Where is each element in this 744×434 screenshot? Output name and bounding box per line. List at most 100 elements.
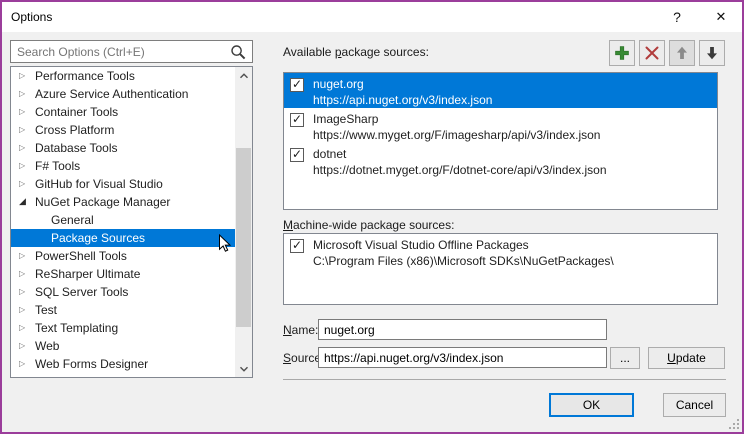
- expander-collapsed-icon[interactable]: ▷: [19, 247, 35, 265]
- tree-scrollbar[interactable]: [235, 67, 252, 377]
- tree-item-label: Cross Platform: [35, 123, 114, 137]
- tree-item-label: Text Templating: [35, 321, 118, 335]
- expander-collapsed-icon[interactable]: ▷: [19, 175, 35, 193]
- search-icon[interactable]: [230, 44, 246, 60]
- help-button[interactable]: ?: [660, 2, 694, 32]
- expander-collapsed-icon[interactable]: ▷: [19, 337, 35, 355]
- title-bar: Options ? ✕: [2, 2, 742, 32]
- source-text: Microsoft Visual Studio Offline Packages…: [313, 237, 614, 269]
- name-label: Name:: [283, 323, 318, 337]
- expander-collapsed-icon[interactable]: ▷: [19, 283, 35, 301]
- resize-grip[interactable]: [727, 417, 740, 430]
- tree-item-web[interactable]: ▷Web: [11, 337, 235, 355]
- remove-source-button[interactable]: [639, 40, 665, 66]
- move-down-button[interactable]: [699, 40, 725, 66]
- tree-item-sql-server-tools[interactable]: ▷SQL Server Tools: [11, 283, 235, 301]
- scroll-down-icon[interactable]: [235, 360, 252, 377]
- checkmark-icon: ✓: [292, 112, 302, 126]
- tree-item-label: Web Forms Designer: [35, 357, 148, 371]
- tree-item-container-tools[interactable]: ▷Container Tools: [11, 103, 235, 121]
- tree-item-powershell-tools[interactable]: ▷PowerShell Tools: [11, 247, 235, 265]
- expander-collapsed-icon[interactable]: ▷: [19, 121, 35, 139]
- tree-item-label: NuGet Package Manager: [35, 195, 170, 209]
- source-text: dotnethttps://dotnet.myget.org/F/dotnet-…: [313, 146, 607, 178]
- dialog-title: Options: [11, 10, 52, 24]
- package-source-row[interactable]: ✓ ImageSharphttps://www.myget.org/F/image…: [284, 108, 717, 143]
- source-url: https://dotnet.myget.org/F/dotnet-core/a…: [313, 162, 607, 178]
- expander-collapsed-icon[interactable]: ▷: [19, 139, 35, 157]
- update-button[interactable]: Update: [648, 347, 725, 369]
- source-checkbox[interactable]: ✓: [290, 113, 304, 127]
- tree-item-web-forms-designer[interactable]: ▷Web Forms Designer: [11, 355, 235, 373]
- tree-item-label: GitHub for Visual Studio: [35, 177, 163, 191]
- package-source-row[interactable]: ✓ dotnethttps://dotnet.myget.org/F/dotnet…: [284, 143, 717, 178]
- tree-item-general[interactable]: General: [11, 211, 235, 229]
- dialog-body: ▷Performance Tools▷Azure Service Authent…: [2, 32, 742, 432]
- tree-item-github-for-visual-studio[interactable]: ▷GitHub for Visual Studio: [11, 175, 235, 193]
- tree-item-cross-platform[interactable]: ▷Cross Platform: [11, 121, 235, 139]
- source-text: nuget.orghttps://api.nuget.org/v3/index.…: [313, 76, 492, 108]
- expander-collapsed-icon[interactable]: ▷: [19, 85, 35, 103]
- source-checkbox[interactable]: ✓: [290, 78, 304, 92]
- tree-item-label: Test: [35, 303, 57, 317]
- checkmark-icon: ✓: [292, 238, 302, 252]
- source-field[interactable]: [318, 347, 607, 368]
- expander-collapsed-icon[interactable]: ▷: [19, 319, 35, 337]
- tree-item-label: Performance Tools: [35, 69, 135, 83]
- available-sources-label: Available package sources:: [283, 45, 429, 59]
- source-checkbox[interactable]: ✓: [290, 148, 304, 162]
- package-source-row[interactable]: ✓ Microsoft Visual Studio Offline Package…: [284, 234, 717, 269]
- source-text: ImageSharphttps://www.myget.org/F/images…: [313, 111, 600, 143]
- expander-expanded-icon[interactable]: ◢: [19, 193, 35, 211]
- available-sources-list: ✓ nuget.orghttps://api.nuget.org/v3/index…: [283, 72, 718, 210]
- tree-item-nuget-package-manager[interactable]: ◢NuGet Package Manager: [11, 193, 235, 211]
- expander-collapsed-icon[interactable]: ▷: [19, 103, 35, 121]
- tree-item-text-templating[interactable]: ▷Text Templating: [11, 319, 235, 337]
- tree-item-label: Container Tools: [35, 105, 118, 119]
- tree-item-test[interactable]: ▷Test: [11, 301, 235, 319]
- source-name: ImageSharp: [313, 111, 600, 127]
- scrollbar-thumb[interactable]: [236, 148, 251, 327]
- tree-item-database-tools[interactable]: ▷Database Tools: [11, 139, 235, 157]
- browse-button[interactable]: ...: [610, 347, 640, 369]
- tree-item-f-tools[interactable]: ▷F# Tools: [11, 157, 235, 175]
- tree-item-label: ReSharper Ultimate: [35, 267, 140, 281]
- expander-collapsed-icon[interactable]: ▷: [19, 67, 35, 85]
- options-tree: ▷Performance Tools▷Azure Service Authent…: [10, 66, 253, 378]
- tree-item-label: General: [51, 213, 94, 227]
- tree-item-label: PowerShell Tools: [35, 249, 127, 263]
- move-up-button[interactable]: [669, 40, 695, 66]
- source-name: Microsoft Visual Studio Offline Packages: [313, 237, 614, 253]
- machine-sources-list: ✓ Microsoft Visual Studio Offline Package…: [283, 233, 718, 305]
- source-url: https://www.myget.org/F/imagesharp/api/v…: [313, 127, 600, 143]
- tree-item-performance-tools[interactable]: ▷Performance Tools: [11, 67, 235, 85]
- source-name: dotnet: [313, 146, 607, 162]
- scroll-up-icon[interactable]: [235, 67, 252, 84]
- tree-item-label: Database Tools: [35, 141, 118, 155]
- tree-item-label: F# Tools: [35, 159, 80, 173]
- tree-item-web-performance-test-tools[interactable]: ▷Web Performance Test Tools: [11, 373, 235, 377]
- checkmark-icon: ✓: [292, 77, 302, 91]
- ok-button[interactable]: OK: [549, 393, 634, 417]
- expander-collapsed-icon[interactable]: ▷: [19, 373, 35, 377]
- close-button[interactable]: ✕: [704, 2, 738, 32]
- tree-item-package-sources[interactable]: Package Sources: [11, 229, 235, 247]
- tree-item-resharper-ultimate[interactable]: ▷ReSharper Ultimate: [11, 265, 235, 283]
- source-checkbox[interactable]: ✓: [290, 239, 304, 253]
- machine-sources-label: Machine-wide package sources:: [283, 218, 454, 232]
- tree-item-azure-service-authentication[interactable]: ▷Azure Service Authentication: [11, 85, 235, 103]
- tree-item-label: Package Sources: [51, 231, 145, 245]
- expander-collapsed-icon[interactable]: ▷: [19, 265, 35, 283]
- cancel-button[interactable]: Cancel: [663, 393, 726, 417]
- search-input[interactable]: [10, 40, 253, 63]
- source-name: nuget.org: [313, 76, 492, 92]
- expander-collapsed-icon[interactable]: ▷: [19, 355, 35, 373]
- tree-item-label: Web Performance Test Tools: [35, 375, 188, 377]
- expander-collapsed-icon[interactable]: ▷: [19, 157, 35, 175]
- package-source-row[interactable]: ✓ nuget.orghttps://api.nuget.org/v3/index…: [284, 73, 717, 108]
- add-source-button[interactable]: [609, 40, 635, 66]
- name-field[interactable]: [318, 319, 607, 340]
- tree-rows: ▷Performance Tools▷Azure Service Authent…: [11, 67, 235, 377]
- tree-item-label: SQL Server Tools: [35, 285, 128, 299]
- expander-collapsed-icon[interactable]: ▷: [19, 301, 35, 319]
